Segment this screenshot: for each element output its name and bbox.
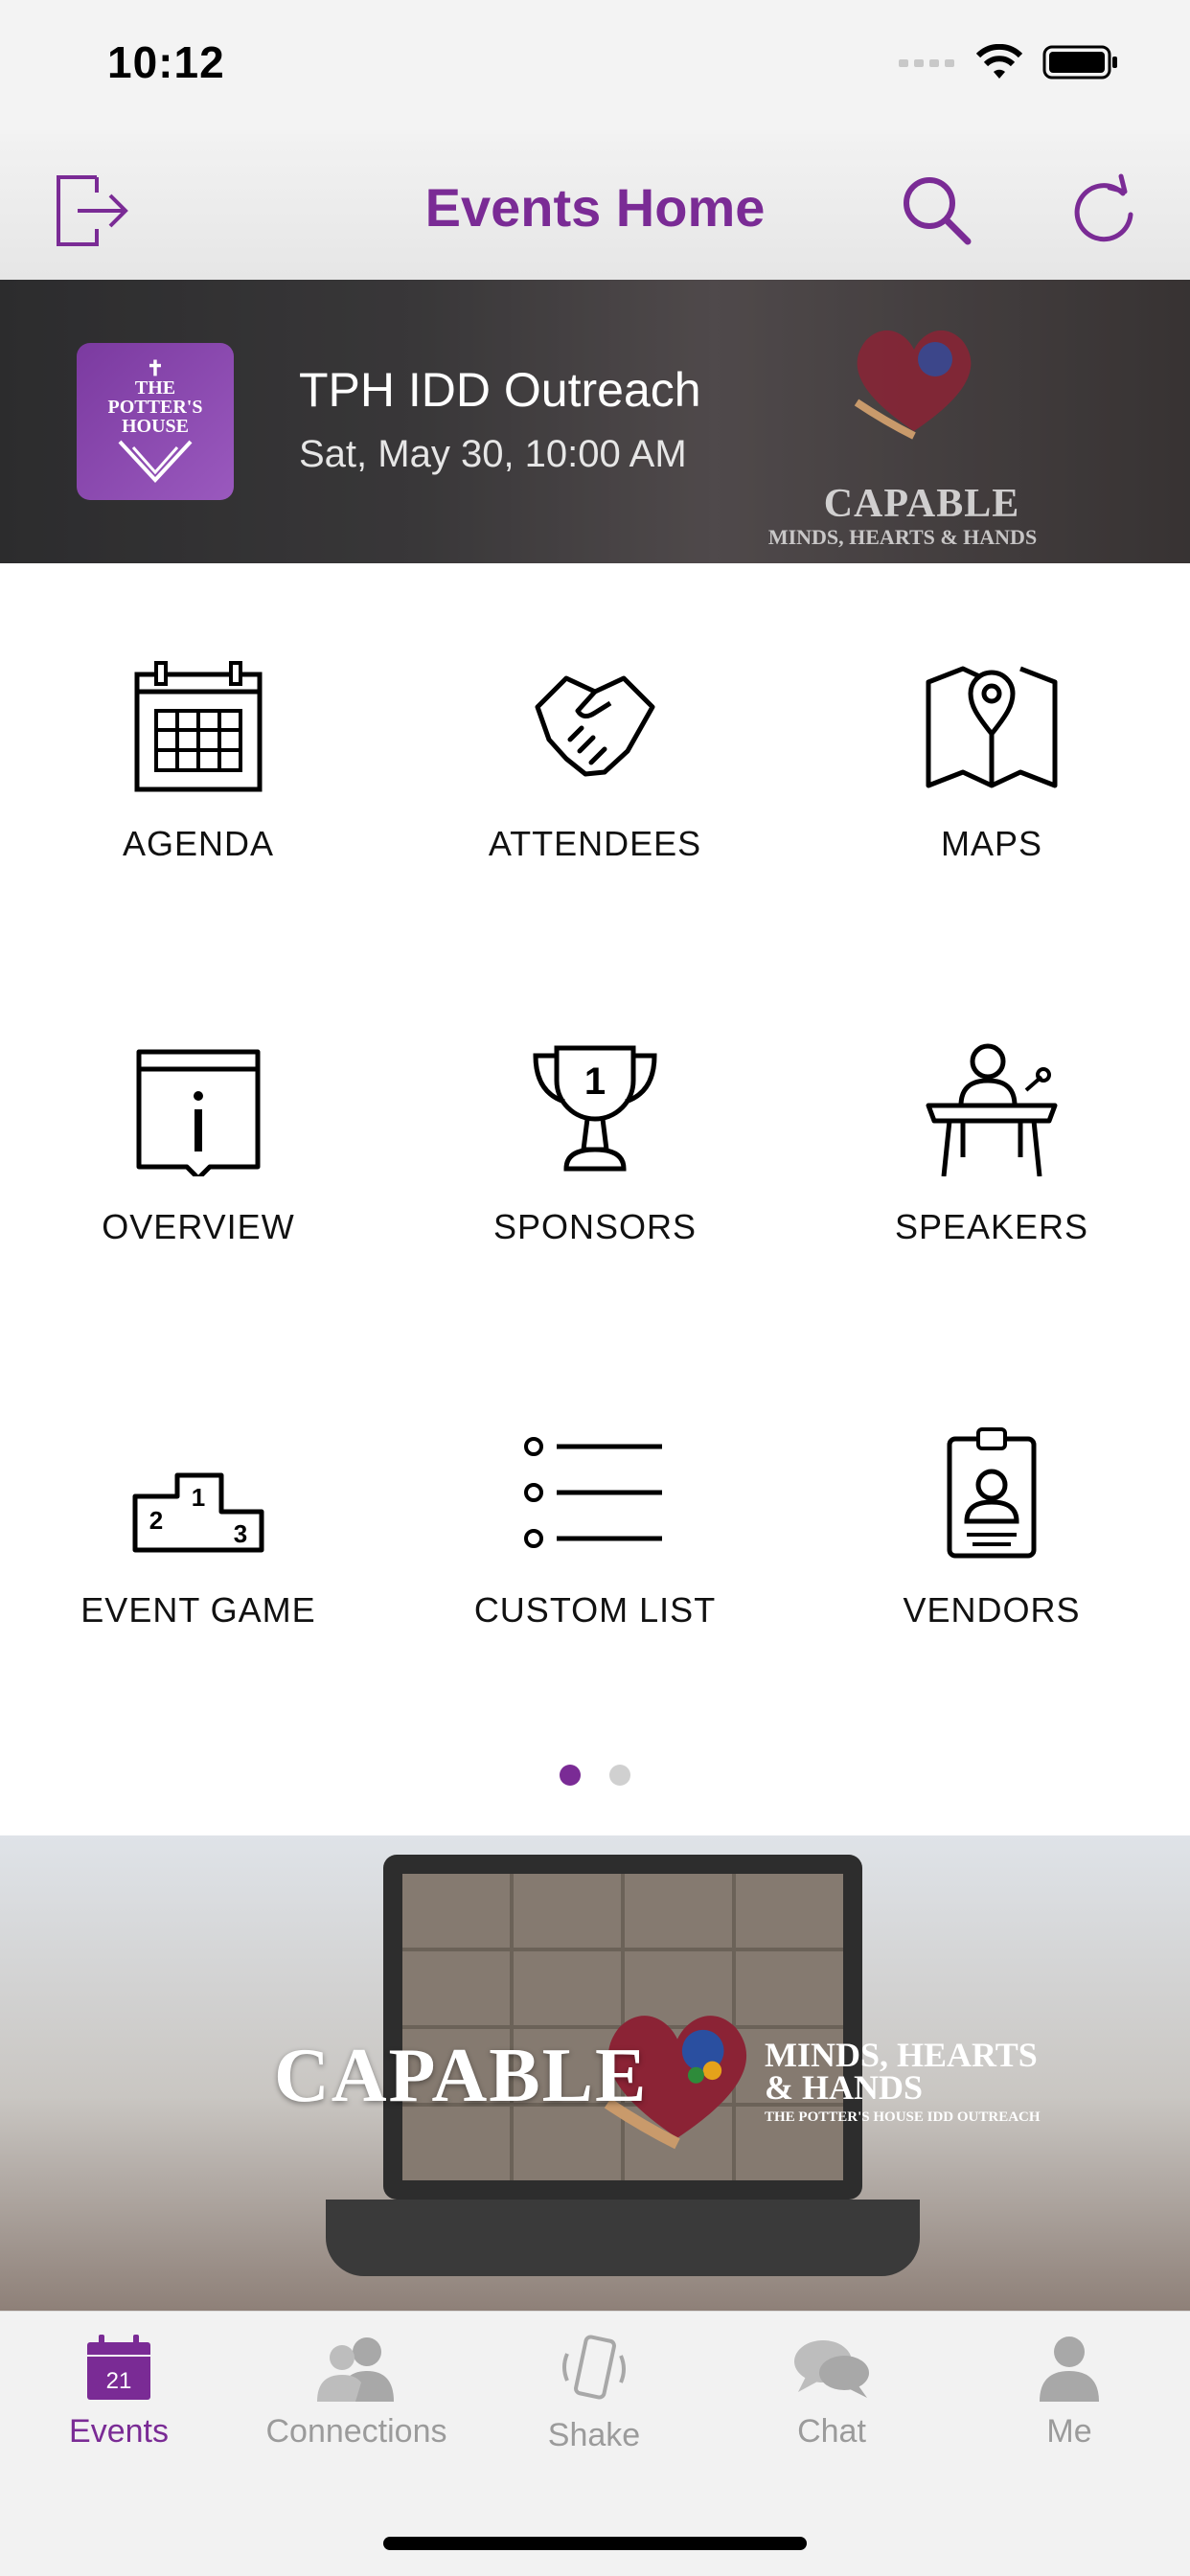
podium-speaker-icon <box>926 1043 1058 1176</box>
keyboard-illustration <box>326 2200 920 2276</box>
page-dot-active[interactable] <box>560 1765 581 1786</box>
tab-label: Connections <box>265 2413 447 2450</box>
home-indicator[interactable] <box>383 2537 807 2550</box>
promo-tagline-line: MINDS, HEARTS <box>765 2036 1038 2074</box>
tile-custom-list[interactable]: CUSTOM LIST <box>397 1330 793 1713</box>
banner-brand-logo: CAPABLE MINDS, HEARTS & HANDS <box>768 308 1037 549</box>
tab-shake[interactable]: Shake <box>475 2335 713 2469</box>
tab-label: Me <box>1046 2413 1092 2450</box>
tile-agenda[interactable]: AGENDA <box>0 563 397 946</box>
event-date: Sat, May 30, 10:00 AM <box>299 433 687 475</box>
tile-label: MAPS <box>940 824 1043 863</box>
page-dot[interactable] <box>609 1765 630 1786</box>
tab-label: Chat <box>797 2413 866 2450</box>
wifi-icon <box>975 44 1023 79</box>
tile-label: AGENDA <box>122 824 275 863</box>
people-icon <box>317 2337 394 2402</box>
list-icon <box>524 1437 662 1548</box>
tile-label: EVENT GAME <box>80 1590 316 1630</box>
tile-speakers[interactable]: SPEAKERS <box>793 946 1190 1330</box>
svg-text:1: 1 <box>192 1483 205 1512</box>
event-name: TPH IDD Outreach <box>299 363 701 417</box>
refresh-icon <box>1074 173 1133 242</box>
svg-text:1: 1 <box>584 1060 606 1103</box>
tab-label: Shake <box>547 2417 641 2453</box>
logo-cross-icon: ✝ <box>146 356 165 380</box>
tile-label: CUSTOM LIST <box>473 1590 717 1630</box>
logo-line: POTTER'S <box>107 397 203 418</box>
event-banner[interactable]: ✝ THE POTTER'S HOUSE TPH IDD Outreach Sa… <box>0 280 1190 563</box>
promo-tagline: MINDS, HEARTS & HANDS <box>765 2036 1038 2107</box>
calendar-icon <box>134 661 263 792</box>
tab-events-badge: 21 <box>106 2368 132 2394</box>
tab-chat[interactable]: Chat <box>713 2335 950 2469</box>
page-indicator[interactable] <box>0 1765 1190 1786</box>
badge-icon <box>947 1427 1037 1559</box>
event-logo: ✝ THE POTTER'S HOUSE <box>77 343 234 500</box>
promo-subtitle: THE POTTER'S HOUSE IDD OUTREACH <box>765 2109 1041 2125</box>
tile-label: ATTENDEES <box>488 824 702 863</box>
tile-label: SPONSORS <box>492 1207 698 1246</box>
status-time: 10:12 <box>107 37 225 87</box>
status-icons <box>899 44 1119 80</box>
refresh-button[interactable] <box>1056 163 1152 259</box>
tile-label: SPEAKERS <box>894 1207 1089 1246</box>
tile-maps[interactable]: MAPS <box>793 563 1190 946</box>
logo-line: THE <box>134 377 176 399</box>
tile-attendees[interactable]: ATTENDEES <box>397 563 793 946</box>
tab-label: Events <box>69 2413 169 2450</box>
tile-label: OVERVIEW <box>102 1207 295 1246</box>
info-icon <box>136 1049 261 1176</box>
logo-line: HOUSE <box>121 416 190 437</box>
calendar-icon: 21 <box>87 2335 150 2400</box>
promo-tagline-line: & HANDS <box>765 2068 924 2107</box>
svg-text:2: 2 <box>149 1506 163 1535</box>
status-bar: 10:12 <box>0 0 1190 134</box>
tile-vendors[interactable]: VENDORS <box>793 1330 1190 1713</box>
person-icon <box>1040 2337 1099 2402</box>
svg-text:3: 3 <box>234 1519 247 1548</box>
podium-ranking-icon: 1 2 3 <box>132 1472 264 1553</box>
tab-events[interactable]: 21 Events <box>0 2335 238 2469</box>
tab-me[interactable]: Me <box>950 2335 1188 2469</box>
promo-banner[interactable]: CAPABLE MINDS, HEARTS & HANDS THE POTTER… <box>0 1835 1190 2311</box>
tile-overview[interactable]: OVERVIEW <box>0 946 397 1330</box>
brand-word: CAPABLE <box>823 482 1020 526</box>
search-icon <box>904 177 972 245</box>
chat-bubbles-icon <box>794 2340 869 2398</box>
phone-shake-icon <box>562 2335 626 2400</box>
trophy-icon: 1 <box>533 1045 657 1172</box>
nav-bar: Events Home <box>0 134 1190 280</box>
brand-subtitle: MINDS, HEARTS & HANDS <box>767 525 1038 549</box>
search-button[interactable] <box>889 163 985 259</box>
tile-sponsors[interactable]: 1 SPONSORS <box>397 946 793 1330</box>
tile-event-game[interactable]: 1 2 3 EVENT GAME <box>0 1330 397 1713</box>
signal-icon <box>899 59 954 67</box>
heart-hands-logo-icon <box>854 330 972 440</box>
tile-label: VENDORS <box>903 1590 1081 1630</box>
tab-connections[interactable]: Connections <box>238 2335 475 2469</box>
map-icon <box>926 666 1058 788</box>
battery-icon <box>1042 45 1117 80</box>
handshake-icon <box>535 675 655 777</box>
logo-emblem-icon <box>118 440 193 483</box>
page-title: Events Home <box>424 177 766 238</box>
promo-word: CAPABLE <box>274 2034 649 2118</box>
